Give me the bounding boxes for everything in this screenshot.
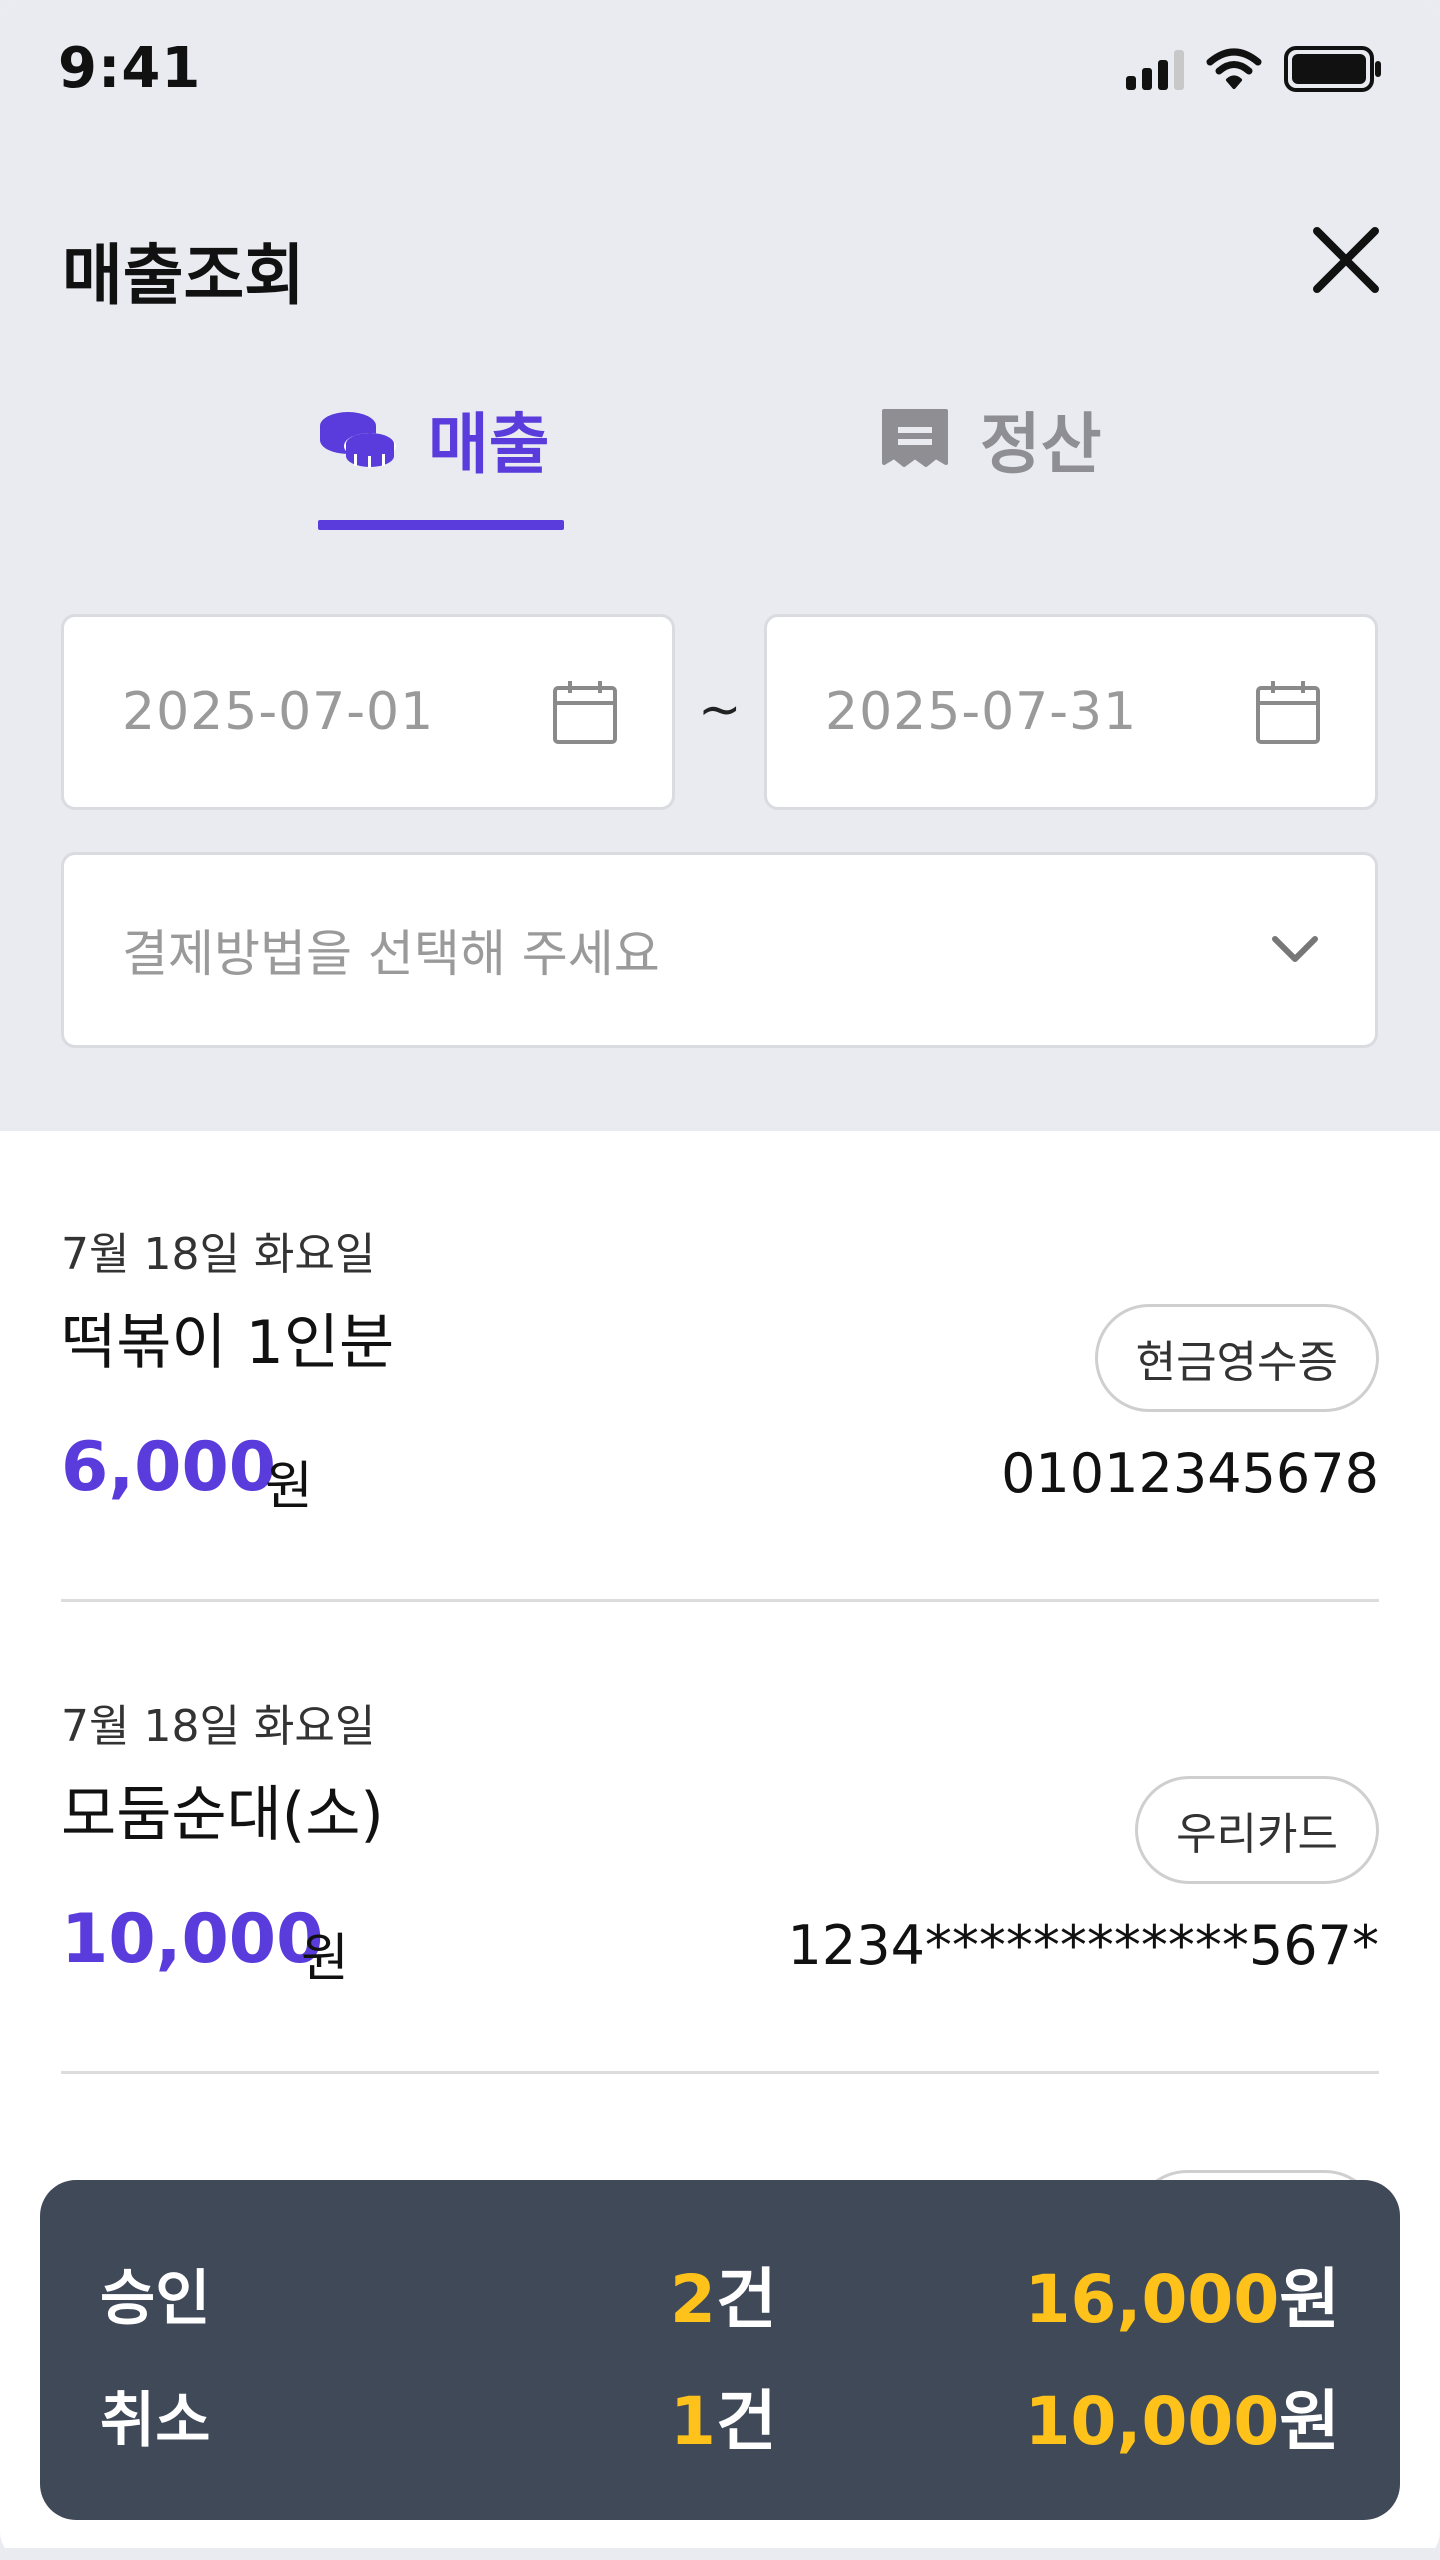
status-icons — [1126, 44, 1384, 94]
calendar-icon — [1256, 681, 1320, 744]
payment-method-select[interactable]: 결제방법을 선택해 주세요 — [61, 852, 1378, 1048]
status-time: 9:41 — [58, 36, 202, 101]
transaction-date: 7월 18일 화요일 — [61, 1229, 376, 1280]
transaction-reference: 01012345678 — [1001, 1442, 1379, 1505]
tab-settlement-label: 정산 — [980, 406, 1102, 483]
tab-sales[interactable]: 매출 — [318, 398, 549, 483]
transaction-amount: 6,000 — [61, 1428, 277, 1507]
approved-label: 승인 — [100, 2264, 211, 2334]
list-item[interactable]: 7월 18일 화요일 떡볶이 1인분 6,000 원 현금영수증 0101234… — [61, 1218, 1379, 1688]
close-icon — [1313, 227, 1379, 293]
payment-method-badge: 우리카드 — [1135, 1776, 1379, 1884]
transaction-item: 떡볶이 1인분 — [61, 1308, 395, 1378]
tab-settlement[interactable]: 정산 — [880, 398, 1101, 483]
amount-unit: 원 — [265, 1457, 313, 1517]
payment-method-badge: 현금영수증 — [1094, 1304, 1379, 1412]
divider — [61, 1599, 1379, 1602]
wifi-icon — [1206, 48, 1262, 89]
tab-sales-label: 매출 — [428, 406, 550, 483]
summary-panel: 승인 2건 16,000원 취소 1건 10,000원 — [40, 2180, 1400, 2520]
transaction-amount: 10,000 — [61, 1900, 324, 1979]
close-button[interactable] — [1308, 222, 1384, 298]
summary-cancelled-row: 취소 1건 10,000원 — [100, 2362, 1340, 2460]
screen: 9:41 매출조회 매출 정산 2025-07-01 ~ 2025-07-31 … — [0, 0, 1440, 2560]
transaction-reference: 1234************567* — [787, 1914, 1380, 1977]
payment-method-placeholder: 결제방법을 선택해 주세요 — [122, 925, 660, 983]
cancelled-label: 취소 — [100, 2386, 211, 2456]
bottom-safe-area — [0, 2548, 1440, 2560]
filter-area: 9:41 매출조회 매출 정산 2025-07-01 ~ 2025-07-31 … — [0, 0, 1440, 1131]
summary-approved-row: 승인 2건 16,000원 — [100, 2240, 1340, 2338]
start-date-value: 2025-07-01 — [122, 682, 435, 742]
signal-icon — [1126, 48, 1184, 90]
active-tab-indicator — [318, 520, 564, 530]
battery-icon — [1284, 46, 1381, 92]
receipt-icon — [882, 409, 948, 467]
transaction-date: 7월 18일 화요일 — [61, 1701, 376, 1752]
cancelled-amount: 10,000원 — [1024, 2383, 1340, 2460]
approved-amount: 16,000원 — [1024, 2261, 1340, 2338]
cancelled-count: 1건 — [670, 2383, 777, 2460]
divider — [61, 2071, 1379, 2074]
calendar-icon — [553, 681, 617, 744]
chevron-down-icon — [1272, 936, 1318, 962]
start-date-field[interactable]: 2025-07-01 — [61, 614, 675, 810]
end-date-value: 2025-07-31 — [825, 682, 1138, 742]
list-item[interactable]: 7월 18일 화요일 모둠순대(소) 10,000 원 우리카드 1234***… — [61, 1690, 1379, 2160]
date-range-separator: ~ — [698, 680, 742, 740]
coins-icon — [320, 412, 396, 468]
amount-unit: 원 — [301, 1929, 349, 1989]
transaction-item: 모둠순대(소) — [61, 1780, 384, 1850]
page-title: 매출조회 — [62, 237, 305, 314]
end-date-field[interactable]: 2025-07-31 — [764, 614, 1378, 810]
approved-count: 2건 — [670, 2261, 777, 2338]
